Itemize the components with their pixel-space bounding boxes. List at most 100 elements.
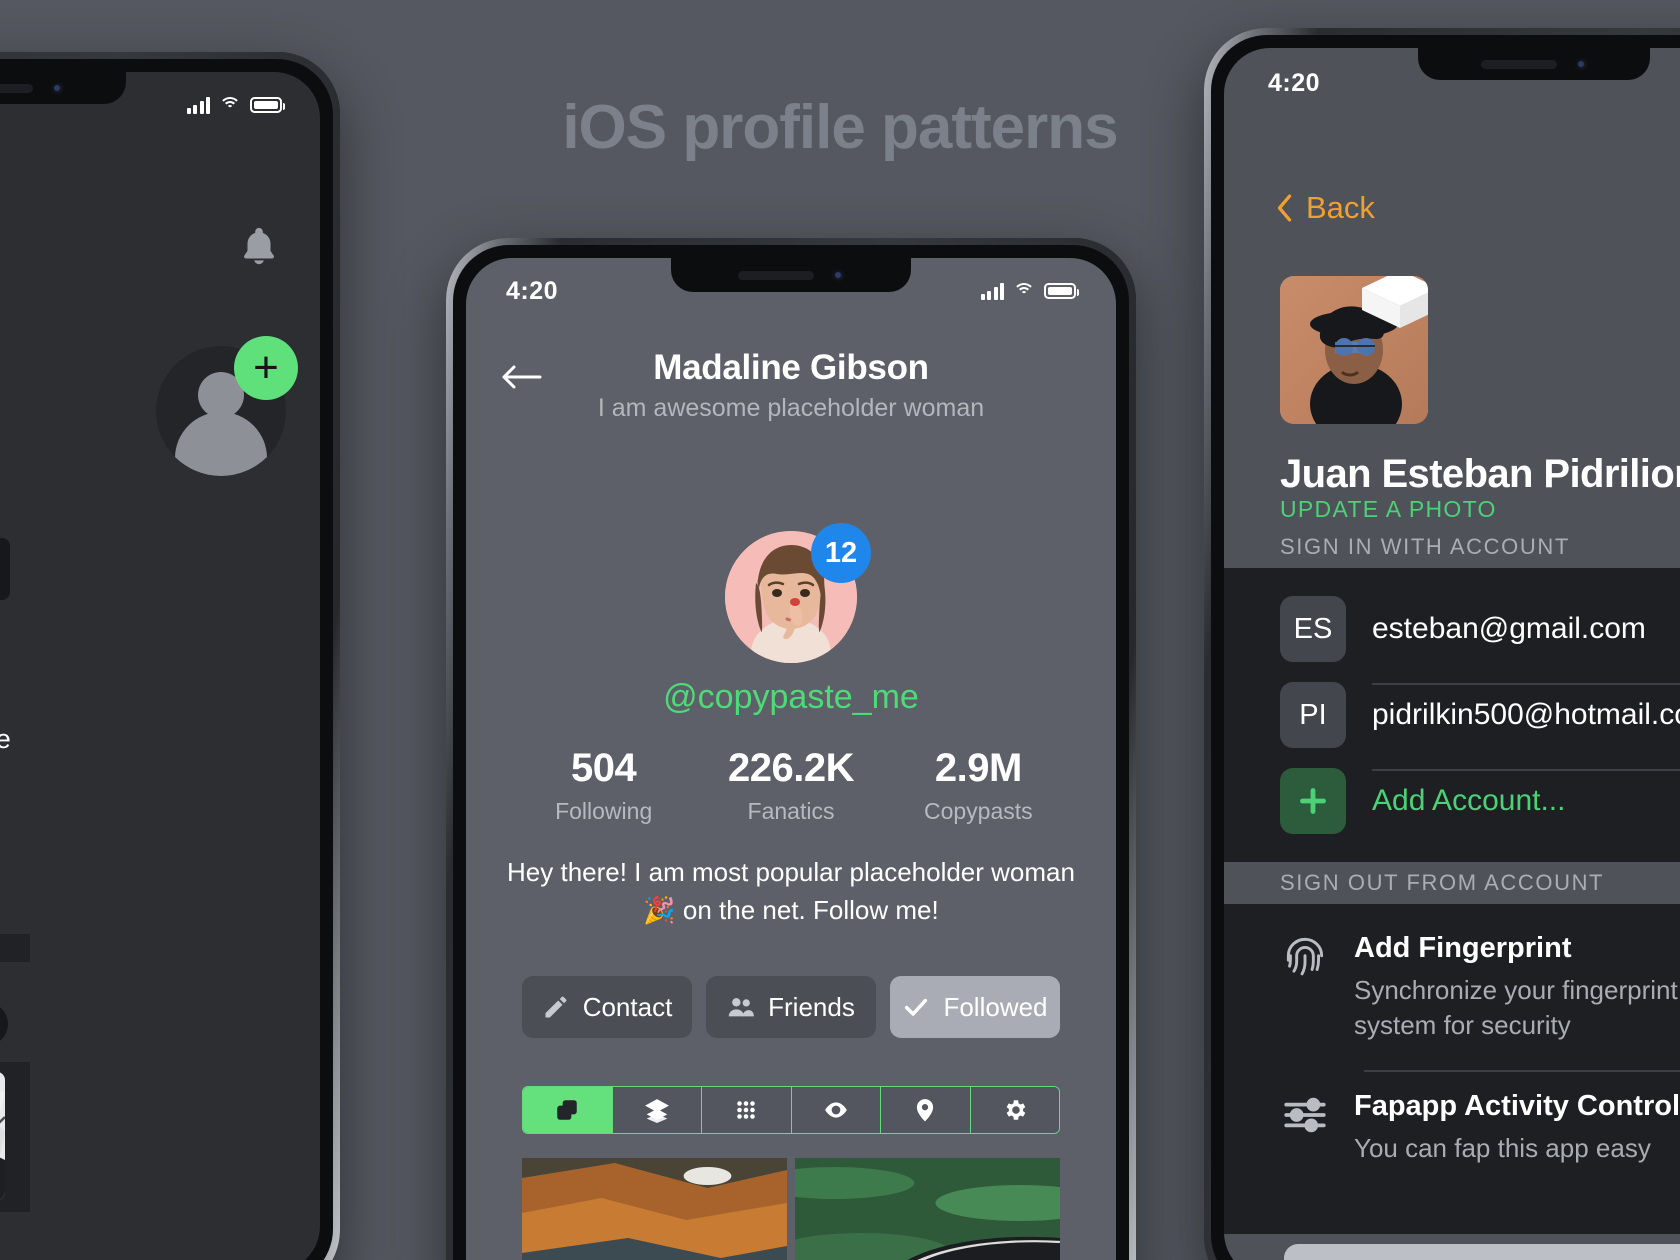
stat-value: 504 [571, 746, 637, 790]
grid-dots-icon [737, 1101, 756, 1119]
setting-subtitle: Synchronize your fingerprint system for … [1354, 975, 1678, 1041]
more-button[interactable]: More [0, 1002, 8, 1046]
left-tab-bar [0, 1212, 30, 1260]
location-pin-icon [917, 1099, 934, 1122]
section-divider [0, 934, 30, 962]
remove-account-button[interactable]: Remove account from... [1284, 1244, 1680, 1260]
setting-row-activity[interactable]: Fapapp Activity Control You can fap this… [1280, 1090, 1680, 1166]
back-button[interactable] [500, 362, 542, 392]
plus-icon [1280, 768, 1346, 834]
followed-label: Followed [943, 991, 1048, 1022]
center-nav-bar: Madaline Gibson I am awesome placeholder… [466, 348, 1116, 423]
setting-title: Add Fingerprint [1354, 932, 1572, 964]
setting-text-block: Add Fingerprint Synchronize your fingerp… [1354, 932, 1680, 1043]
center-status-indicators [980, 282, 1079, 300]
left-follow-tabs[interactable]: followers 128 following [0, 538, 10, 600]
stat-fanatics[interactable]: 226.2K Fanatics [697, 746, 884, 825]
content-segmented-control [522, 1086, 1060, 1134]
section-header-signin: SIGN IN WITH ACCOUNT [1280, 534, 1570, 559]
account-row-2[interactable]: PI pidrilkin500@hotmail.com [1280, 682, 1680, 748]
stat-label: Copypasts [923, 798, 1033, 824]
tab-following[interactable]: 128 following [0, 538, 10, 600]
earpiece-speaker [1480, 59, 1557, 69]
row-divider [1364, 1070, 1680, 1072]
profile-stats: 504 Following 226.2K Fanatics 2.9M Copyp… [510, 746, 1072, 825]
left-bio-block[interactable]: Ambitious DJ A guy from Montreal. I used… [0, 644, 24, 796]
contact-button[interactable]: Contact [522, 976, 692, 1038]
media-tile[interactable] [755, 1158, 1106, 1260]
profile-bio: Hey there! I am most popular placeholder… [507, 857, 1075, 925]
center-avatar-wrap[interactable]: 12 [725, 523, 871, 663]
segment-views[interactable] [791, 1087, 881, 1133]
profile-name: Madaline Gibson [653, 348, 929, 387]
segment-grid[interactable] [702, 1087, 792, 1133]
graduation-cap-icon [1358, 276, 1428, 338]
left-avatar[interactable]: + [156, 336, 298, 476]
people-icon [728, 998, 754, 1017]
battery-icon [250, 97, 285, 113]
center-phone-bezel: 4:20 Madaline Gibson I am awesome placeh… [453, 245, 1129, 1260]
profile-tagline: I am awesome placeholder woman [597, 394, 985, 422]
add-account-row[interactable]: Add Account... [1280, 768, 1565, 834]
bio-body: A guy from Montreal. I used to dance 195… [0, 724, 11, 755]
earpiece-speaker [737, 270, 814, 280]
account-email: pidrilkin500@hotmail.com [1372, 698, 1680, 731]
segment-places[interactable] [881, 1087, 971, 1133]
avatar-badge: 12 [811, 523, 871, 583]
activity-block: ACTIVITY 15,254 pts. 26,128 yesterday [0, 808, 24, 921]
followed-button[interactable]: Followed [890, 976, 1060, 1038]
right-profile-photo[interactable] [1280, 276, 1428, 424]
contact-label: Contact [582, 991, 673, 1022]
right-profile-name: Juan Esteban Pidrilion [1280, 452, 1680, 496]
update-photo-link[interactable]: UPDATE A PHOTO [1280, 496, 1497, 523]
media-grid [522, 1158, 1106, 1260]
stat-value: 2.9M [934, 746, 1022, 790]
account-initials: ES [1280, 596, 1346, 662]
mockup-stage: iOS profile patterns + e 4:20 Back Juan … [0, 0, 1680, 1260]
stat-label: Fanatics [747, 798, 835, 824]
media-tile[interactable] [522, 1158, 787, 1260]
right-notch [1418, 48, 1650, 80]
status-time: 4:20 [1268, 68, 1321, 97]
stat-value: 226.2K [728, 746, 854, 790]
front-camera [831, 268, 845, 282]
add-account-label: Add Account... [1372, 784, 1566, 817]
account-email: esteban@gmail.com [1372, 612, 1646, 645]
account-row-1[interactable]: ES esteban@gmail.com [1280, 596, 1646, 662]
setting-row-fingerprint[interactable]: Add Fingerprint Synchronize your fingerp… [1280, 932, 1680, 1043]
add-photo-button[interactable]: + [234, 336, 298, 400]
profile-handle[interactable]: @copypaste_me [466, 678, 1116, 717]
bio-heading: Ambitious DJ [0, 644, 24, 676]
pencil-icon [545, 996, 567, 1018]
left-phone-screen: Madaline + followers 128 following Amb [0, 72, 320, 1260]
cellular-signal-icon [186, 96, 210, 114]
back-button-label: Back [1306, 190, 1375, 225]
segment-layers[interactable] [612, 1087, 702, 1133]
front-camera [1574, 57, 1588, 71]
earpiece-speaker [0, 83, 33, 93]
left-notch [0, 72, 126, 104]
eye-icon [824, 1102, 847, 1118]
right-phone-screen: 4:20 Back Juan Esteban Pidrilion UPDATE … [1224, 48, 1680, 1260]
segment-copies[interactable] [523, 1087, 613, 1133]
status-time: 4:20 [506, 276, 559, 305]
friends-button[interactable]: Friends [706, 976, 876, 1038]
copy-icon [557, 1100, 577, 1120]
stat-copypasts[interactable]: 2.9M Copypasts [885, 746, 1072, 825]
segment-settings[interactable] [970, 1087, 1059, 1133]
setting-text-block: Fapapp Activity Control You can fap this… [1354, 1090, 1680, 1166]
setting-title: Fapapp Activity Control [1354, 1090, 1680, 1122]
wifi-icon [1013, 282, 1035, 300]
post-thumbnail[interactable] [0, 1072, 5, 1200]
back-button[interactable]: Back [1274, 190, 1375, 226]
left-phone-bezel: Madaline + followers 128 following Amb [0, 59, 333, 1260]
notifications-bell-button[interactable] [236, 224, 282, 274]
stat-label: Following [555, 798, 653, 824]
profile-action-buttons: Contact Friends Followed [522, 976, 1060, 1038]
stat-following[interactable]: 504 Following [510, 746, 697, 825]
activity-yesterday: 26,128 yesterday [0, 893, 24, 921]
right-phone-bezel: 4:20 Back Juan Esteban Pidrilion UPDATE … [1211, 35, 1680, 1260]
account-initials: PI [1280, 682, 1346, 748]
activity-points: 15,254 pts. [0, 846, 24, 885]
cellular-signal-icon [980, 282, 1004, 300]
